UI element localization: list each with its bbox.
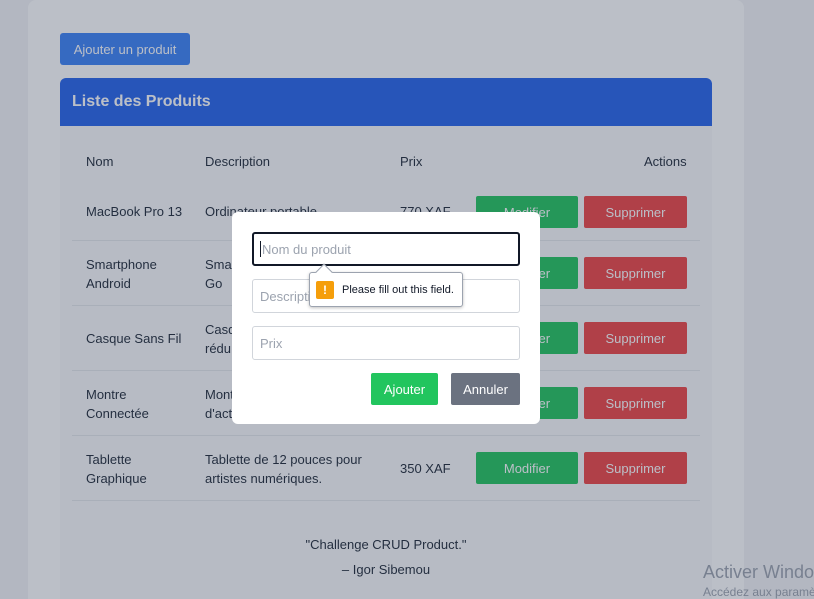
validation-tooltip: ! Please fill out this field. [309,263,463,307]
product-price-input[interactable]: Prix [252,326,520,360]
product-price-placeholder: Prix [260,335,283,351]
cancel-button[interactable]: Annuler [451,373,520,405]
add-product-modal: Nom du produit Description Prix Ajouter … [232,212,540,424]
submit-button[interactable]: Ajouter [371,373,438,405]
validation-message: Please fill out this field. [342,283,454,296]
warning-icon: ! [316,280,334,299]
product-name-input[interactable]: Nom du produit [252,232,520,266]
text-caret [260,241,261,257]
product-name-placeholder: Nom du produit [262,241,351,257]
